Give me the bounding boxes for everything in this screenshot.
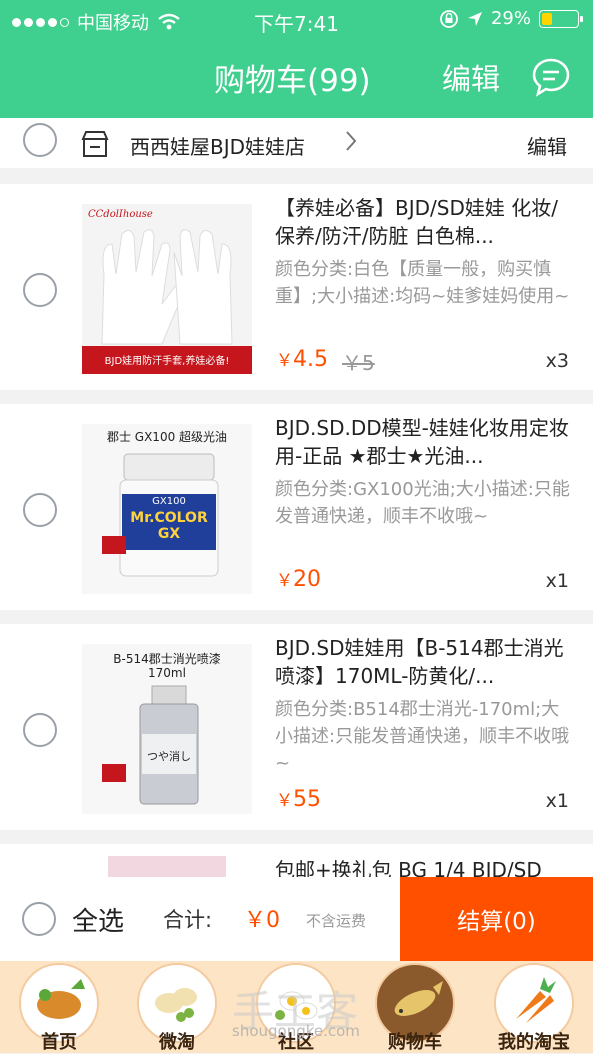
cart-item[interactable]: 包邮+换礼包 BG 1/4 BJD/SD xyxy=(0,844,593,877)
chevron-right-icon[interactable] xyxy=(344,130,358,152)
can-code: GX100 xyxy=(152,496,186,507)
can-label: つや消し xyxy=(147,750,191,763)
tab-label: 首页 xyxy=(41,1032,77,1053)
tab-label: 购物车 xyxy=(388,1032,442,1053)
checkout-button[interactable]: 结算(0) xyxy=(400,877,593,961)
product-image[interactable]: B-514郡士消光喷漆 170ml つや消し xyxy=(82,644,252,814)
item-sku[interactable]: 颜色分类:B514郡士消光-170ml;大小描述:只能发普通快递，顺丰不收哦~ xyxy=(275,696,575,777)
battery-icon xyxy=(539,9,583,28)
status-right: 29% xyxy=(439,8,583,29)
cart-item[interactable]: CCdolIhouse BJD娃用防汗手套,养娃必备! 【养娃必备】BJD/SD… xyxy=(0,184,593,390)
shop-header: 西西娃屋BJD娃娃店 编辑 xyxy=(0,118,593,168)
battery-percent: 29% xyxy=(490,8,531,29)
item-select-checkbox[interactable] xyxy=(23,713,57,747)
caption-text: 郡士 GX100 超级光油 xyxy=(106,430,228,444)
item-quantity: x3 xyxy=(545,350,569,372)
item-sku[interactable]: 颜色分类:GX100光油;大小描述:只能发普通快递，顺丰不收哦~ xyxy=(275,476,575,530)
tab-my-taobao[interactable]: 我的淘宝 xyxy=(475,961,593,1053)
tab-weitao[interactable]: 微淘 xyxy=(118,961,236,1053)
tab-label: 微淘 xyxy=(159,1032,195,1053)
banner-text: BJD娃用防汗手套,养娃必备! xyxy=(104,356,230,367)
product-image[interactable]: 郡士 GX100 超级光油 Mr.COLOR GX GX100 xyxy=(82,424,252,594)
select-all-label[interactable]: 全选 xyxy=(72,901,124,938)
item-sku[interactable]: 颜色分类:白色【质量一般，购买慎重】;大小描述:均码~娃爹娃妈使用~ xyxy=(275,256,575,310)
edit-cart-button[interactable]: 编辑 xyxy=(442,56,500,98)
message-icon[interactable] xyxy=(531,57,571,97)
item-title[interactable]: BJD.SD娃娃用【B-514郡士消光喷漆】170ML-防黄化/... xyxy=(275,634,575,690)
item-quantity: x1 xyxy=(545,570,569,592)
total-value: ￥0 xyxy=(244,908,280,933)
item-quantity: x1 xyxy=(545,790,569,812)
page-title: 购物车(99) xyxy=(214,63,371,99)
shop-edit-button[interactable]: 编辑 xyxy=(527,131,567,160)
product-image[interactable] xyxy=(108,856,226,877)
shop-select-checkbox[interactable] xyxy=(23,123,57,157)
can-label: Mr.COLOR GX xyxy=(130,510,208,542)
tab-home[interactable]: 首页 xyxy=(0,961,118,1053)
item-original-price: ￥5 xyxy=(342,351,375,375)
brand-text: CCdolIhouse xyxy=(88,209,153,220)
item-price: ￥55 xyxy=(276,787,321,812)
item-price: ￥4.5 xyxy=(276,347,328,372)
tab-cart[interactable]: 购物车 xyxy=(356,961,474,1053)
header: 中国移动 下午7:41 29% 购物车(99) 编辑 xyxy=(0,0,593,118)
rotation-lock-icon xyxy=(440,9,458,28)
shipping-note: 不含运费 xyxy=(306,912,367,930)
watermark-url: shougongke.com xyxy=(232,1022,360,1040)
shop-icon xyxy=(81,131,109,157)
paint-jar-image xyxy=(82,424,252,594)
location-arrow-icon xyxy=(467,11,482,26)
caption-text: B-514郡士消光喷漆 xyxy=(113,652,221,666)
battery-level xyxy=(542,12,552,25)
cart-item[interactable]: 郡士 GX100 超级光油 Mr.COLOR GX GX100 BJD.SD.D… xyxy=(0,404,593,610)
shop-name[interactable]: 西西娃屋BJD娃娃店 xyxy=(130,131,305,160)
total-label: 合计: xyxy=(163,908,213,932)
tab-label: 我的淘宝 xyxy=(498,1032,570,1053)
item-title[interactable]: 【养娃必备】BJD/SD娃娃 化妆/保养/防汗/防脏 白色棉... xyxy=(275,194,575,250)
item-price: ￥20 xyxy=(276,567,321,592)
select-all-checkbox[interactable] xyxy=(22,902,56,936)
volume-text: 170ml xyxy=(148,666,186,680)
item-title[interactable]: 包邮+换礼包 BG 1/4 BJD/SD xyxy=(275,856,575,877)
cart-footer: 全选 合计: ￥0 不含运费 结算(0) xyxy=(0,877,593,961)
cart-item[interactable]: B-514郡士消光喷漆 170ml つや消し BJD.SD娃娃用【B-514郡士… xyxy=(0,624,593,830)
item-select-checkbox[interactable] xyxy=(23,273,57,307)
product-image[interactable]: CCdolIhouse BJD娃用防汗手套,养娃必备! xyxy=(82,204,252,374)
item-select-checkbox[interactable] xyxy=(23,493,57,527)
item-title[interactable]: BJD.SD.DD模型-娃娃化妆用定妆用-正品 ★郡士★光油... xyxy=(275,414,575,470)
status-bar: 中国移动 下午7:41 29% xyxy=(0,0,593,38)
gloves-image xyxy=(82,204,252,374)
